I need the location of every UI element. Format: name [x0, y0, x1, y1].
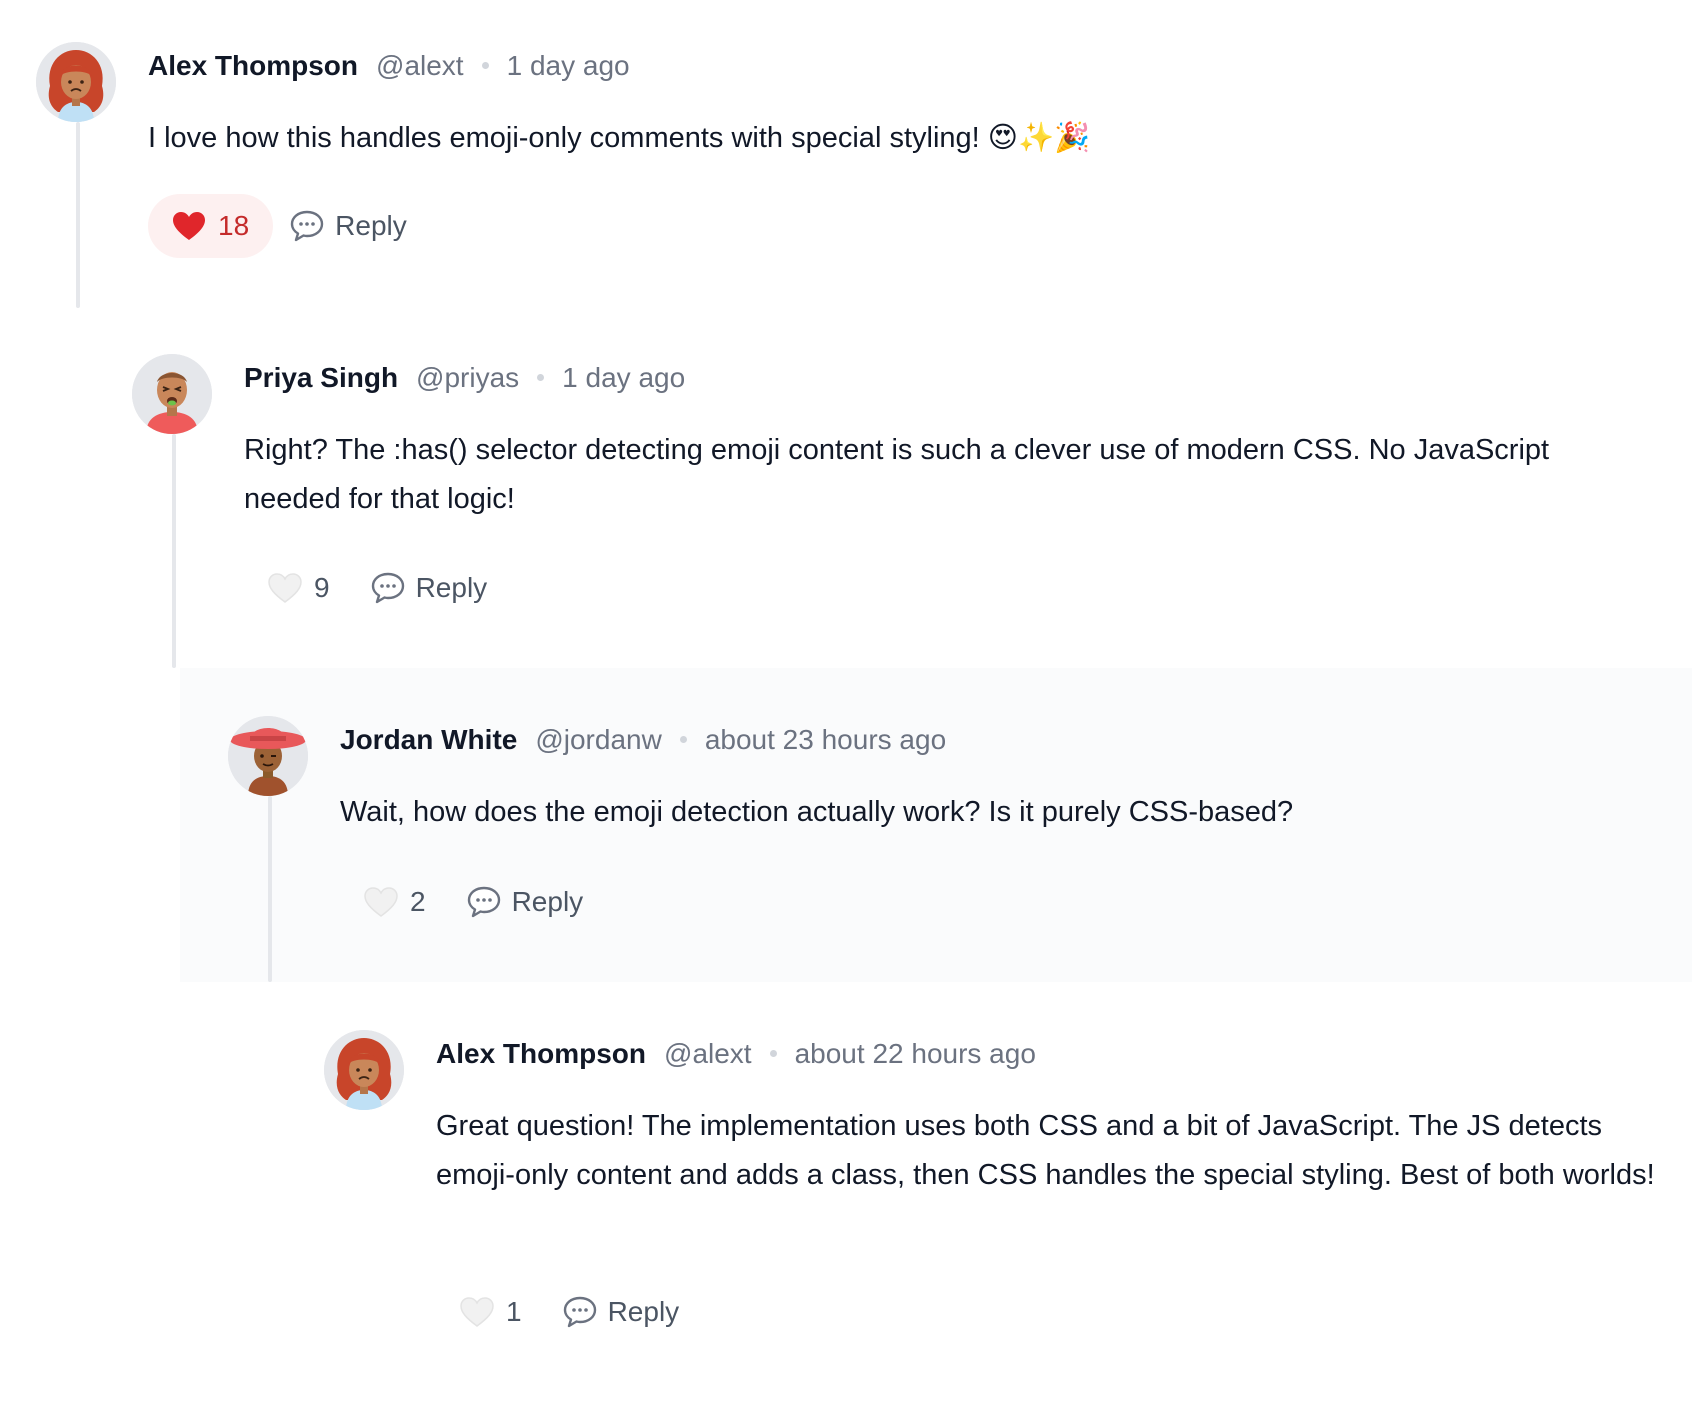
comment-meta: Alex Thompson @alext about 22 hours ago	[436, 1036, 1036, 1072]
comment-body: Great question! The implementation uses …	[436, 1110, 1655, 1191]
author-name[interactable]: Alex Thompson	[436, 1036, 646, 1072]
comment-actions: 2 Reply	[340, 870, 583, 934]
avatar[interactable]	[36, 42, 116, 122]
reply-button[interactable]: Reply	[562, 1295, 680, 1329]
comment: Alex Thompson @alext 1 day ago I love ho…	[0, 0, 1692, 310]
author-name[interactable]: Alex Thompson	[148, 48, 358, 84]
comment-meta: Priya Singh @priyas 1 day ago	[244, 360, 685, 396]
reply-button[interactable]: Reply	[289, 209, 407, 243]
separator-dot	[769, 1050, 777, 1057]
comment-body: I love how this handles emoji-only comme…	[148, 122, 1091, 154]
author-handle[interactable]: @alext	[376, 48, 464, 84]
reply-label: Reply	[607, 1296, 680, 1327]
comment-meta: Alex Thompson @alext 1 day ago	[148, 48, 630, 84]
like-count: 18	[218, 210, 250, 241]
author-handle[interactable]: @priyas	[416, 360, 519, 396]
timestamp: 1 day ago	[562, 362, 686, 393]
comment-meta: Jordan White @jordanw about 23 hours ago	[340, 722, 946, 758]
separator-dot	[679, 736, 687, 743]
comment-body: Wait, how does the emoji detection actua…	[340, 796, 1294, 828]
like-count: 1	[506, 1296, 522, 1327]
speech-bubble-icon	[370, 571, 406, 605]
reply-button[interactable]: Reply	[466, 885, 584, 919]
comment-actions: 18 Reply	[148, 194, 407, 258]
heart-icon	[268, 573, 302, 603]
heart-icon	[364, 887, 398, 917]
speech-bubble-icon	[289, 209, 325, 243]
thread-line	[268, 796, 272, 982]
speech-bubble-icon	[562, 1295, 598, 1329]
reply-label: Reply	[415, 572, 488, 603]
avatar[interactable]	[324, 1030, 404, 1110]
avatar[interactable]	[228, 716, 308, 796]
thread-line	[172, 434, 176, 668]
avatar[interactable]	[132, 354, 212, 434]
author-handle[interactable]: @jordanw	[535, 722, 661, 758]
reply-label: Reply	[335, 210, 407, 241]
author-handle[interactable]: @alext	[664, 1036, 752, 1072]
speech-bubble-icon	[466, 885, 502, 919]
like-button[interactable]: 1	[436, 1280, 546, 1344]
comment: Priya Singh @priyas 1 day ago Right? The…	[0, 310, 1692, 668]
like-button[interactable]: 2	[340, 870, 450, 934]
timestamp: 1 day ago	[506, 50, 630, 81]
reply-label: Reply	[511, 886, 584, 917]
separator-dot	[481, 62, 489, 69]
thread-line	[76, 122, 80, 308]
comment-body: Right? The :has() selector detecting emo…	[244, 434, 1550, 515]
comment: Jordan White @jordanw about 23 hours ago…	[180, 668, 1692, 982]
like-button[interactable]: 9	[244, 556, 354, 620]
heart-icon	[172, 211, 206, 241]
like-count: 2	[410, 886, 426, 917]
like-count: 9	[314, 572, 330, 603]
heart-icon	[460, 1297, 494, 1327]
comment-actions: 1 Reply	[436, 1280, 679, 1344]
timestamp: about 22 hours ago	[794, 1038, 1036, 1069]
like-button[interactable]: 18	[148, 194, 274, 258]
timestamp: about 23 hours ago	[704, 724, 947, 755]
reply-button[interactable]: Reply	[370, 571, 488, 605]
comment-actions: 9 Reply	[244, 556, 487, 620]
comment: Alex Thompson @alext about 22 hours ago …	[0, 982, 1692, 1406]
author-name[interactable]: Priya Singh	[244, 360, 398, 396]
author-name[interactable]: Jordan White	[340, 722, 517, 758]
separator-dot	[537, 374, 545, 381]
